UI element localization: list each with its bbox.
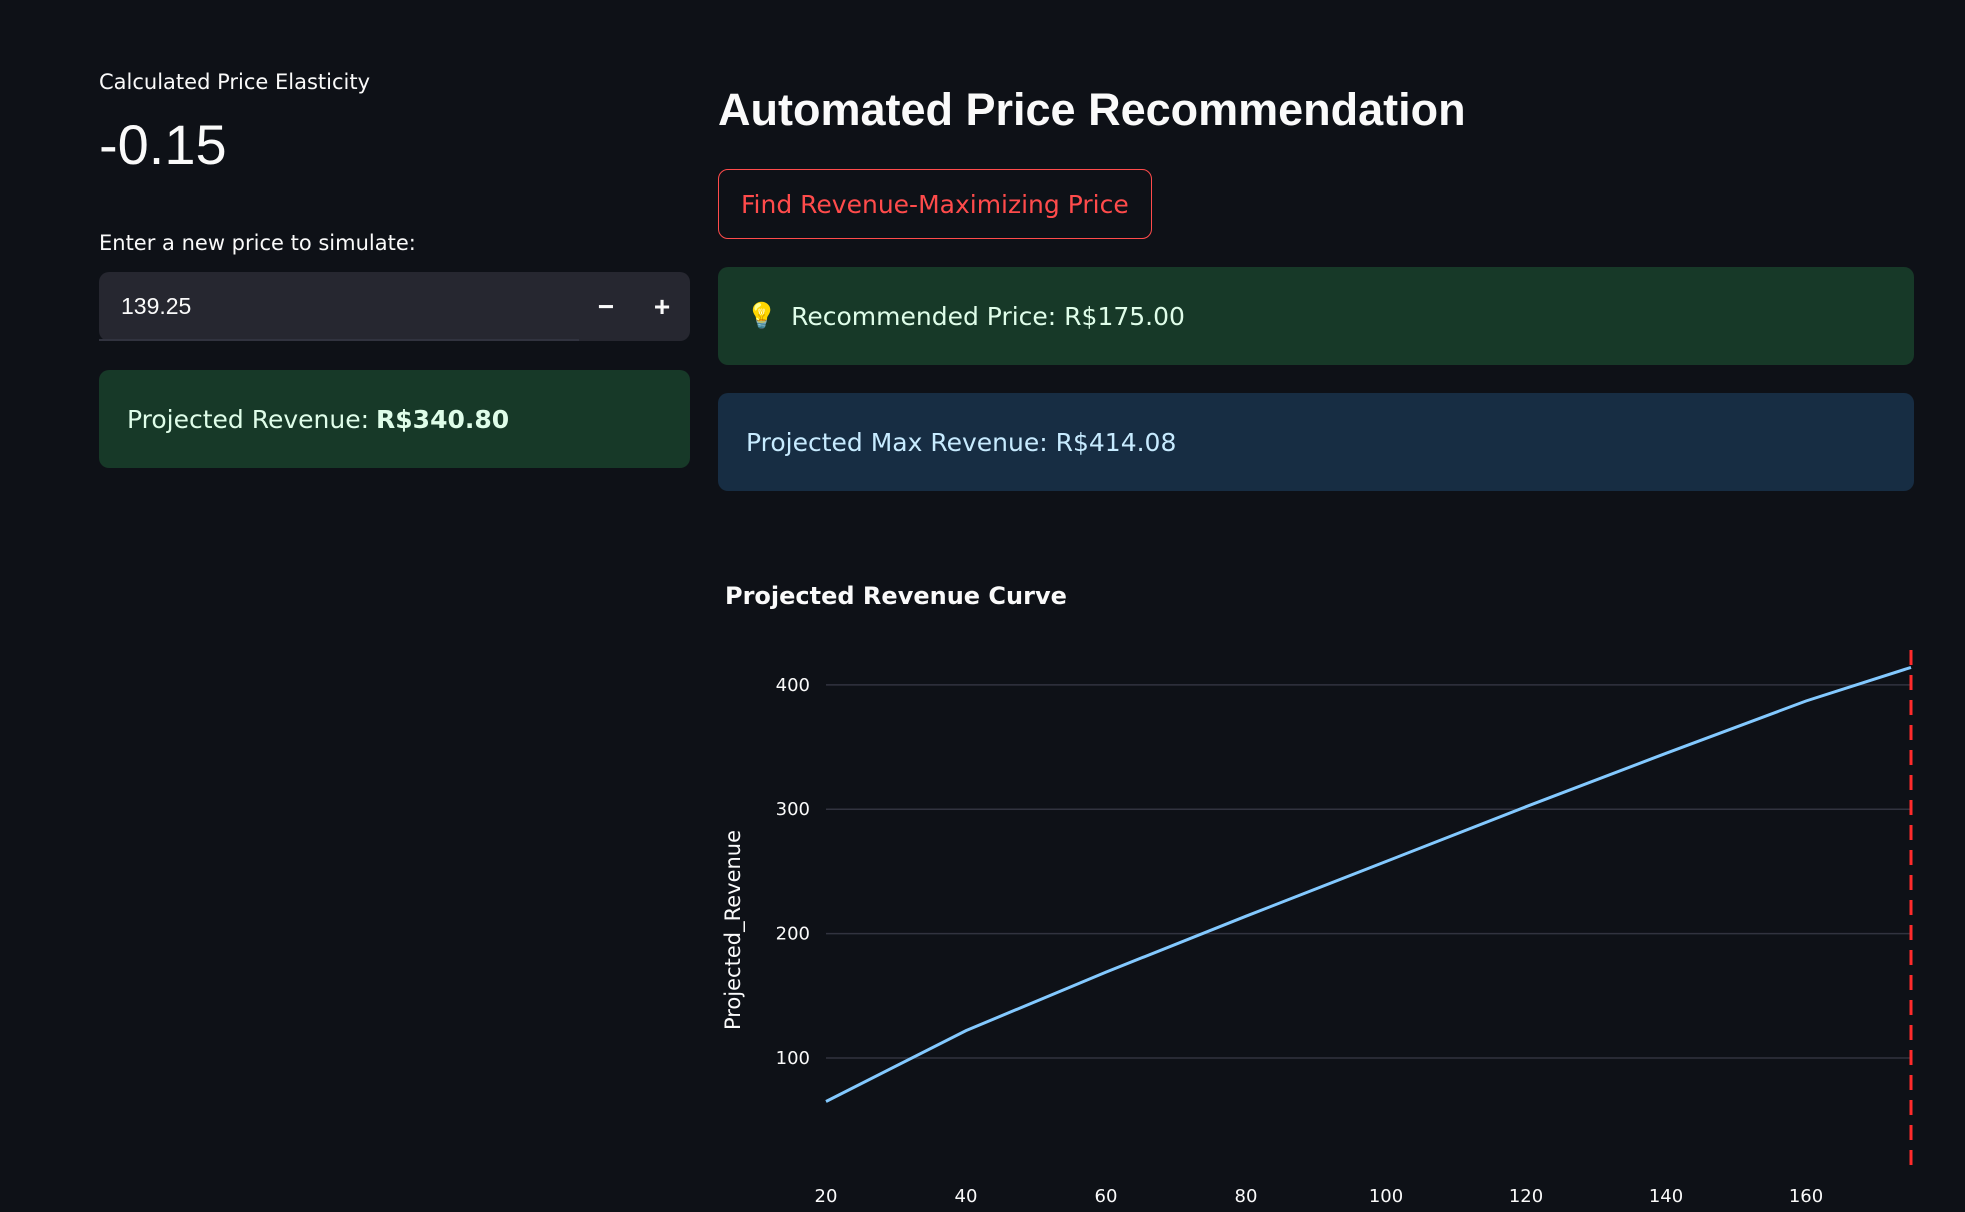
chart-grid (826, 684, 1911, 1059)
max-revenue-alert: Projected Max Revenue: R$414.08 (718, 393, 1914, 491)
x-tick-label: 60 (1095, 1186, 1118, 1207)
x-tick-label: 40 (955, 1186, 978, 1207)
projected-revenue-value: R$340.80 (376, 404, 510, 434)
x-tick-label: 120 (1509, 1186, 1543, 1207)
projected-revenue-alert: Projected Revenue: R$340.80 (99, 370, 690, 468)
x-tick-label: 80 (1235, 1186, 1258, 1207)
projected-revenue-label: Projected Revenue: (127, 404, 370, 434)
recommended-price-alert: 💡 Recommended Price: R$175.00 (718, 267, 1914, 365)
x-tick-label: 140 (1649, 1186, 1683, 1207)
app-page: Calculated Price Elasticity -0.15 Enter … (0, 0, 1965, 1212)
elasticity-metric-value: -0.15 (99, 113, 227, 176)
lightbulb-icon: 💡 (746, 301, 778, 330)
input-underline (99, 339, 579, 341)
price-input-label: Enter a new price to simulate: (99, 231, 416, 255)
chart-title: Projected Revenue Curve (725, 582, 1067, 610)
y-axis-ticks: 100 200 300 400 (776, 675, 810, 1069)
y-tick-label: 400 (776, 675, 810, 696)
y-tick-label: 100 (776, 1048, 810, 1069)
page-title: Automated Price Recommendation (718, 84, 1466, 135)
x-tick-label: 100 (1369, 1186, 1403, 1207)
y-tick-label: 200 (776, 924, 810, 945)
find-price-button[interactable]: Find Revenue-Maximizing Price (718, 169, 1152, 239)
price-number-input: 139.25 − + (99, 272, 690, 341)
y-tick-label: 300 (776, 799, 810, 820)
x-axis-ticks: 20 40 60 80 100 120 140 160 (815, 1186, 1824, 1207)
y-axis-label: Projected_Revenue (721, 830, 746, 1030)
revenue-chart[interactable]: 100 200 300 400 20 40 60 80 100 120 140 160 Projec… (718, 640, 1914, 1212)
increment-button[interactable]: + (634, 272, 690, 341)
max-revenue-text: Projected Max Revenue: R$414.08 (746, 427, 1177, 457)
recommended-price-text: Recommended Price: R$175.00 (791, 301, 1185, 331)
x-tick-label: 20 (815, 1186, 838, 1207)
price-input-field[interactable]: 139.25 (99, 293, 578, 320)
elasticity-metric-label: Calculated Price Elasticity (99, 70, 371, 94)
x-tick-label: 160 (1789, 1186, 1823, 1207)
revenue-line (825, 665, 1912, 1103)
decrement-button[interactable]: − (578, 272, 634, 341)
